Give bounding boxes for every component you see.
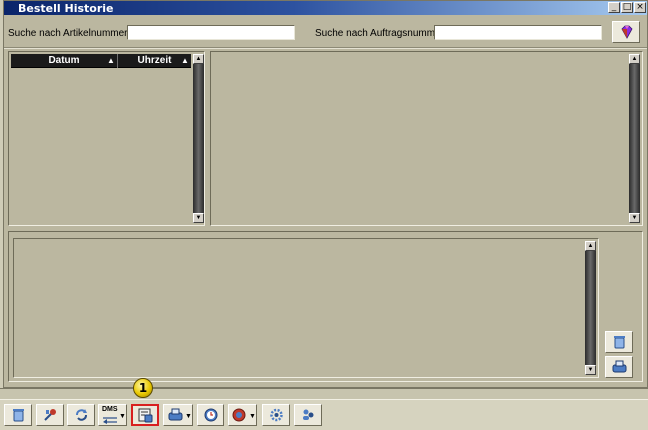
column-label-uhrzeit: Uhrzeit	[137, 55, 172, 66]
article-search-label: Suche nach Artikelnummer:	[8, 28, 131, 39]
chevron-down-icon: ▼	[119, 413, 126, 420]
scroll-up-button[interactable]: ▲	[629, 54, 640, 64]
delete-button[interactable]	[4, 404, 32, 426]
column-header-datum[interactable]: Datum ▲	[11, 54, 118, 68]
detail-scrollbar[interactable]: ▲ ▼	[629, 54, 640, 223]
dms-transfer-button[interactable]: DMS ▼	[98, 404, 127, 426]
users-icon	[303, 409, 314, 420]
scroll-down-button[interactable]: ▼	[193, 213, 204, 223]
transfer-arrows-icon	[103, 417, 117, 424]
refresh-button[interactable]	[67, 404, 95, 426]
clock-icon	[204, 408, 218, 422]
scroll-down-button[interactable]: ▼	[629, 213, 640, 223]
delete-position-button[interactable]	[605, 331, 633, 353]
status-icon	[232, 408, 246, 422]
position-detail-panel: ▲ ▼	[13, 238, 599, 378]
print-menu-button[interactable]: ▼	[163, 404, 193, 426]
separator	[4, 47, 647, 49]
maximize-button[interactable]: □	[621, 2, 633, 13]
printer-icon	[168, 408, 183, 421]
close-button[interactable]: ×	[634, 2, 646, 13]
article-number-input[interactable]	[127, 25, 295, 40]
order-search-label: Suche nach Auftragsnummer	[315, 28, 444, 39]
scroll-down-button[interactable]: ▼	[585, 365, 596, 375]
column-label-datum: Datum	[48, 55, 80, 66]
minimize-button[interactable]: _	[608, 2, 620, 13]
history-list-scrollbar[interactable]: ▲ ▼	[193, 54, 204, 223]
time-button[interactable]	[197, 404, 224, 426]
sort-asc-icon: ▲	[107, 56, 115, 65]
search-bar: Suche nach Artikelnummer: Suche nach Auf…	[4, 15, 647, 49]
gear-icon	[270, 408, 283, 422]
position-scrollbar[interactable]: ▲ ▼	[585, 241, 596, 375]
order-history-window: Bestell Historie _ □ × Suche nach Artike…	[3, 0, 648, 388]
status-menu-button[interactable]: ▼	[228, 404, 257, 426]
dms-label: DMS	[102, 406, 118, 413]
sort-asc-icon: ▲	[181, 56, 189, 65]
users-button[interactable]	[294, 404, 322, 426]
title-bar: Bestell Historie _ □ ×	[4, 1, 647, 15]
tools-icon	[44, 409, 56, 421]
refresh-icon	[76, 409, 87, 421]
trash-icon	[614, 336, 625, 349]
search-gem-icon	[621, 25, 633, 39]
scroll-up-button[interactable]: ▲	[585, 241, 596, 251]
lower-group: ▲ ▼	[8, 231, 643, 382]
toolbar-separator	[0, 388, 648, 399]
window-title: Bestell Historie	[18, 2, 114, 15]
trash-icon	[13, 409, 24, 422]
settings-button[interactable]	[262, 404, 290, 426]
search-button[interactable]	[612, 21, 640, 43]
history-list-panel: Datum ▲ Uhrzeit ▲ ▲ ▼	[8, 51, 205, 226]
order-number-input[interactable]	[434, 25, 602, 40]
order-document-button[interactable]	[131, 404, 159, 426]
chevron-down-icon: ▼	[249, 413, 256, 420]
bottom-toolbar: DMS ▼ ▼ ▼	[0, 399, 648, 430]
chevron-down-icon: ▼	[185, 413, 192, 420]
scroll-up-button[interactable]: ▲	[193, 54, 204, 64]
column-header-uhrzeit[interactable]: Uhrzeit ▲	[118, 54, 191, 68]
tools-button[interactable]	[36, 404, 64, 426]
history-list-header: Datum ▲ Uhrzeit ▲	[11, 54, 191, 68]
document-view-icon	[138, 408, 153, 423]
print-position-button[interactable]	[605, 356, 633, 378]
step-marker-badge: 1	[133, 378, 153, 398]
printer-icon	[612, 360, 627, 373]
order-detail-panel: ▲ ▼	[210, 51, 643, 226]
